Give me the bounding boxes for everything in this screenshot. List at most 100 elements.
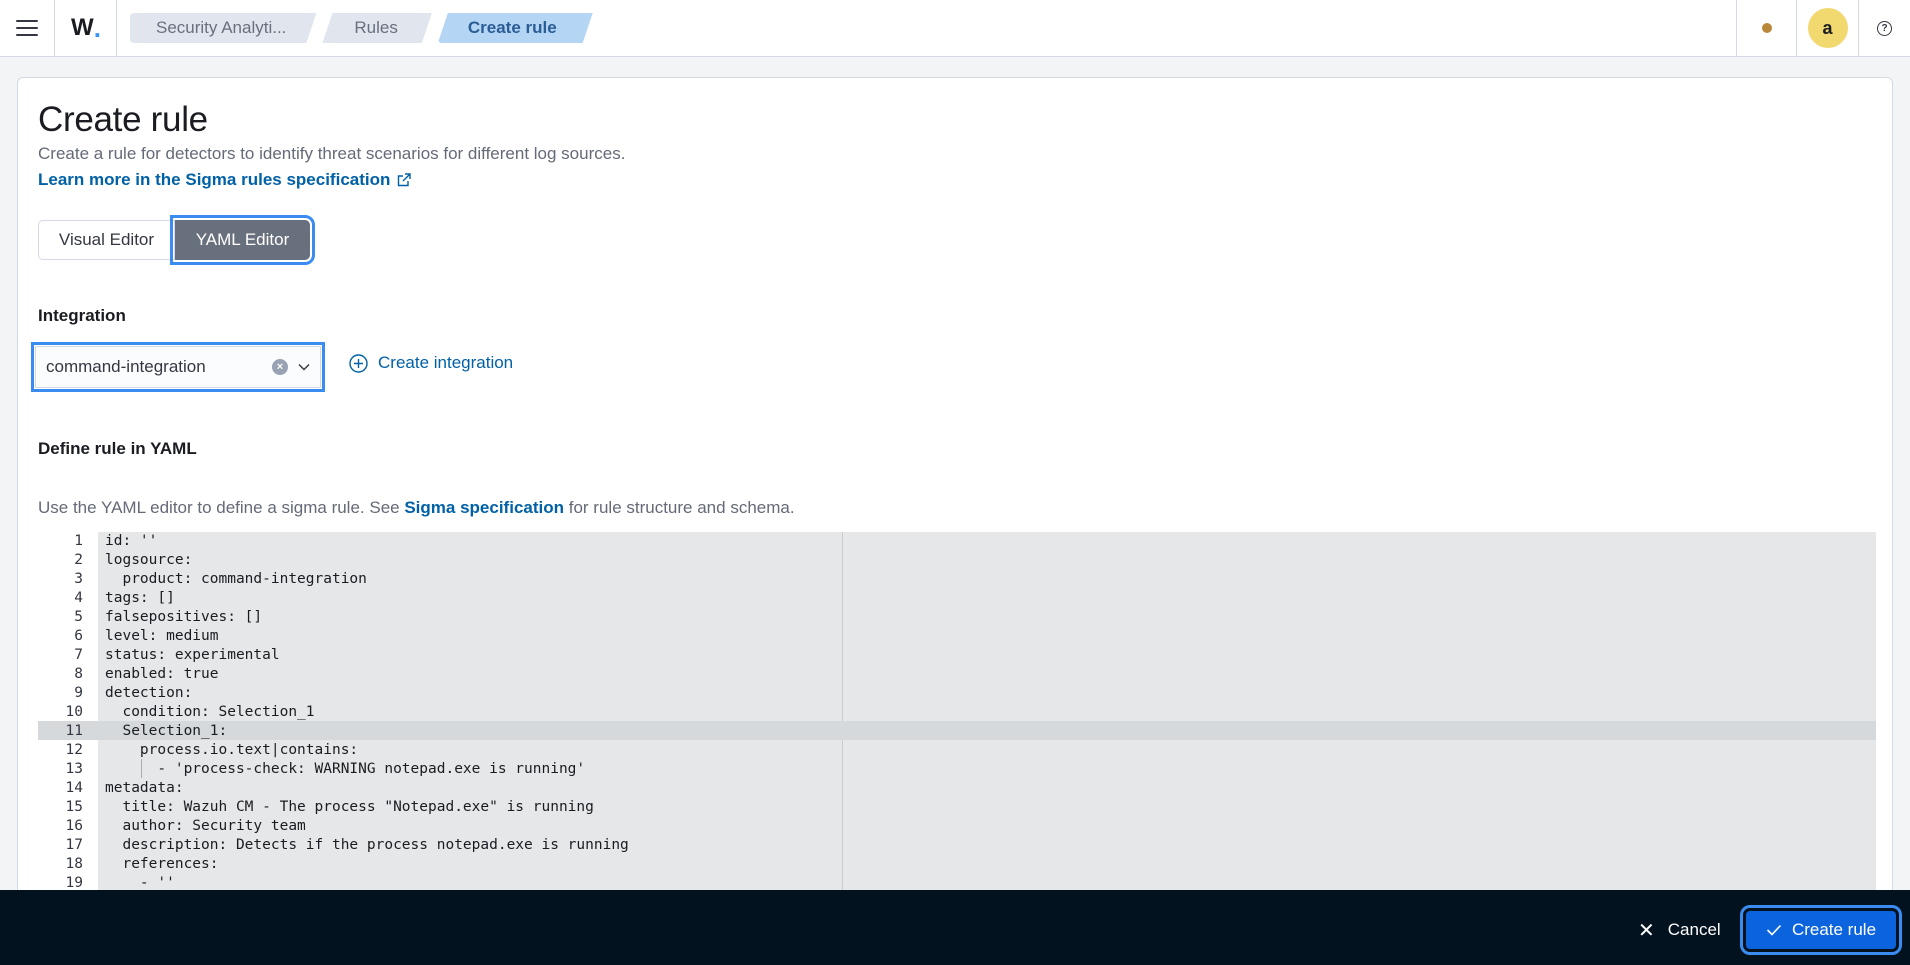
chevron-down-icon[interactable]	[298, 363, 310, 371]
line-number: 17	[65, 836, 83, 853]
create-rule-label: Create rule	[1791, 920, 1877, 939]
code-text: detection:	[105, 684, 193, 701]
yaml-help-prefix: Use the YAML editor to define a sigma ru…	[38, 498, 405, 517]
clear-selection-icon[interactable]: ×	[272, 359, 288, 375]
check-icon	[1766, 924, 1782, 936]
code-line: 12 process.io.text|contains:	[38, 740, 1876, 759]
line-number: 6	[74, 627, 83, 644]
menu-toggle-button[interactable]	[0, 0, 55, 57]
create-integration-label: Create integration	[378, 353, 514, 372]
line-number: 4	[74, 589, 83, 606]
integration-combobox[interactable]: command-integration ×	[31, 342, 325, 392]
integration-value: command-integration	[46, 357, 206, 376]
create-rule-panel: Create rule Create a rule for detectors …	[17, 77, 1893, 965]
line-number: 13	[65, 760, 83, 777]
breadcrumb-create-rule: Create rule	[438, 13, 593, 43]
logo-text: W	[71, 14, 94, 41]
code-text: author: Security team	[105, 817, 306, 834]
create-rule-button[interactable]: Create rule	[1740, 905, 1902, 955]
app-logo[interactable]: W.	[55, 0, 117, 57]
indent-guide	[141, 759, 142, 778]
line-number: 15	[65, 798, 83, 815]
line-number: 10	[65, 703, 83, 720]
code-line: 9 detection:	[38, 683, 1876, 702]
code-text: description: Detects if the process note…	[105, 836, 629, 853]
health-status-button[interactable]	[1736, 0, 1796, 57]
plus-circle-icon	[349, 353, 368, 373]
line-number: 8	[74, 665, 83, 682]
line-number: 16	[65, 817, 83, 834]
integration-label: Integration	[38, 306, 126, 325]
code-text: Selection_1:	[105, 722, 228, 739]
code-text: title: Wazuh CM - The process "Notepad.e…	[105, 798, 594, 815]
line-number: 5	[74, 608, 83, 625]
line-number: 2	[74, 551, 83, 568]
breadcrumb-security-analytics[interactable]: Security Analyti...	[130, 13, 316, 43]
page-description: Create a rule for detectors to identify …	[38, 144, 626, 163]
status-dot-icon	[1761, 23, 1772, 33]
code-line: 8 enabled: true	[38, 664, 1876, 683]
cancel-button[interactable]: ✕ Cancel	[1638, 912, 1721, 948]
code-line: 14 metadata:	[38, 778, 1876, 797]
code-line: 15 title: Wazuh CM - The process "Notepa…	[38, 797, 1876, 816]
yaml-help-text: Use the YAML editor to define a sigma ru…	[38, 498, 795, 518]
user-menu-button[interactable]: a	[1796, 0, 1858, 57]
code-line: 3 product: command-integration	[38, 569, 1876, 588]
hamburger-icon	[16, 19, 38, 37]
code-text: logsource:	[105, 551, 193, 568]
editor-mode-toggle: Visual Editor YAML Editor	[38, 215, 315, 265]
code-line: 4 tags: []	[38, 588, 1876, 607]
code-text: process.io.text|contains:	[105, 741, 359, 758]
code-line: 13 - 'process-check: WARNING notepad.exe…	[38, 759, 1876, 778]
code-text: - ''	[105, 874, 175, 891]
avatar: a	[1807, 8, 1848, 48]
breadcrumb-rules[interactable]: Rules	[322, 13, 431, 43]
line-number: 11	[65, 722, 83, 739]
code-text: references:	[105, 855, 219, 872]
sigma-spec-link[interactable]: Sigma specification	[404, 498, 564, 517]
code-text: condition: Selection_1	[105, 703, 315, 720]
code-line: 18 references:	[38, 854, 1876, 873]
yaml-editor-button[interactable]: YAML Editor	[170, 215, 315, 265]
line-number: 14	[65, 779, 83, 796]
code-text: tags: []	[105, 589, 175, 606]
code-line: 7 status: experimental	[38, 645, 1876, 664]
cancel-label: Cancel	[1667, 920, 1721, 939]
code-text: product: command-integration	[105, 570, 367, 587]
help-button[interactable]: ?	[1858, 0, 1910, 57]
code-line: 1 id: ''	[38, 532, 1876, 550]
code-line: 5 falsepositives: []	[38, 607, 1876, 626]
page-title: Create rule	[38, 100, 208, 139]
breadcrumb: Security Analyti... Rules Create rule	[130, 0, 599, 57]
line-number: 3	[74, 570, 83, 587]
line-number: 1	[74, 532, 83, 549]
sigma-rules-spec-link-label: Learn more in the Sigma rules specificat…	[38, 170, 391, 189]
yaml-section-title: Define rule in YAML	[38, 439, 197, 458]
external-link-icon	[398, 173, 412, 187]
top-header: W. Security Analyti... Rules Create rule…	[0, 0, 1910, 57]
code-line: 6 level: medium	[38, 626, 1876, 645]
help-icon: ?	[1877, 20, 1892, 36]
code-text: status: experimental	[105, 646, 280, 663]
line-number: 7	[74, 646, 83, 663]
code-line: 16 author: Security team	[38, 816, 1876, 835]
code-text: metadata:	[105, 779, 184, 796]
code-line: 10 condition: Selection_1	[38, 702, 1876, 721]
code-text: level: medium	[105, 627, 219, 644]
code-line: 2 logsource:	[38, 550, 1876, 569]
code-text: id: ''	[105, 532, 158, 549]
sigma-rules-spec-link[interactable]: Learn more in the Sigma rules specificat…	[38, 170, 412, 190]
line-number: 19	[65, 874, 83, 891]
code-line: 11 Selection_1:	[38, 721, 1876, 740]
bottom-action-bar	[0, 890, 1910, 965]
code-line: 17 description: Detects if the process n…	[38, 835, 1876, 854]
line-number: 18	[65, 855, 83, 872]
header-actions: a ?	[1736, 0, 1910, 57]
logo-dot-icon: .	[93, 12, 101, 43]
code-text: - 'process-check: WARNING notepad.exe is…	[105, 760, 586, 777]
create-integration-button[interactable]: Create integration	[349, 353, 513, 373]
line-number: 12	[65, 741, 83, 758]
visual-editor-button[interactable]: Visual Editor	[38, 220, 175, 260]
code-text: falsepositives: []	[105, 608, 263, 625]
code-text: enabled: true	[105, 665, 219, 682]
